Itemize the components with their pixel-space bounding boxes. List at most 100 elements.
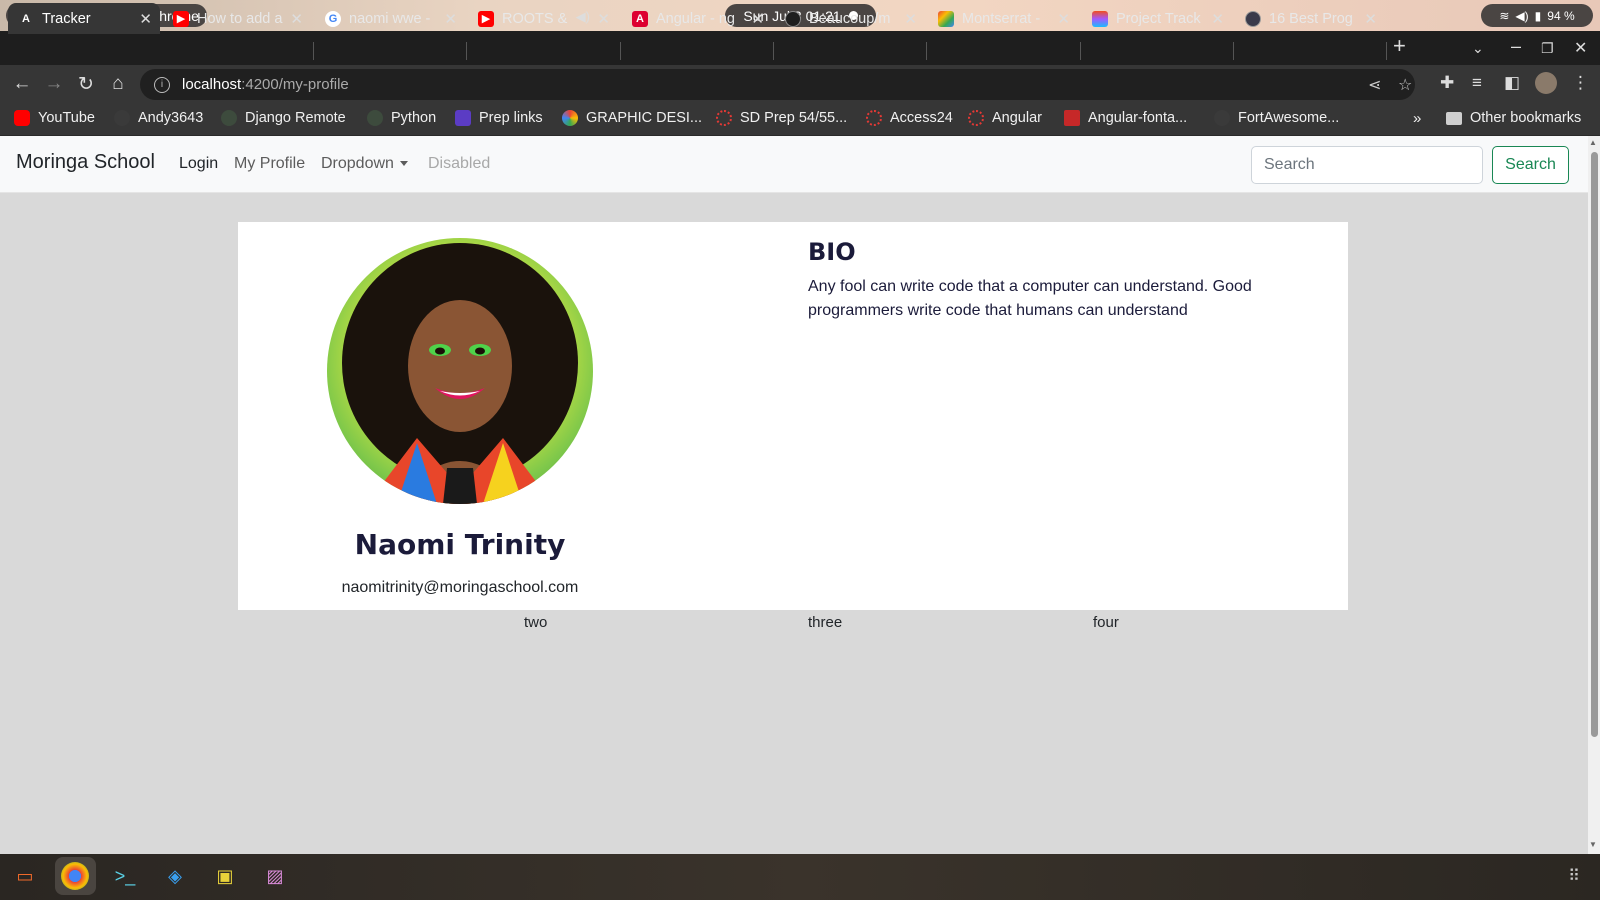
page-scrollbar[interactable]: ▲ ▼ bbox=[1588, 136, 1600, 854]
tab-separator bbox=[466, 42, 467, 60]
bookmark-django-remote[interactable]: Django Remote bbox=[221, 110, 346, 126]
bookmark-fortawesome[interactable]: FortAwesome... bbox=[1214, 110, 1339, 126]
close-icon[interactable]: ✕ bbox=[290, 10, 303, 28]
bookmark-label: GRAPHIC DESI... bbox=[586, 110, 703, 126]
bio-text: Any fool can write code that a computer … bbox=[808, 278, 1252, 319]
search-button[interactable]: Search bbox=[1492, 146, 1569, 184]
screenshot-icon[interactable]: ▣ bbox=[211, 862, 239, 890]
bookmark-angular-fontawesome[interactable]: Angular-fonta... bbox=[1064, 110, 1187, 126]
close-icon[interactable]: ✕ bbox=[444, 10, 457, 28]
tab-16-best-prog[interactable]: 16 Best Prog ✕ bbox=[1235, 3, 1385, 34]
bookmark-access24[interactable]: Access24 bbox=[866, 110, 953, 126]
minimize-icon[interactable]: – bbox=[1511, 36, 1521, 57]
circle-icon bbox=[968, 110, 984, 126]
bookmark-label: FortAwesome... bbox=[1238, 110, 1340, 126]
tab-montserrat[interactable]: Montserrat - ✕ bbox=[928, 3, 1078, 34]
scroll-thumb[interactable] bbox=[1591, 152, 1598, 737]
close-icon[interactable]: ✕ bbox=[1364, 10, 1377, 28]
close-icon[interactable]: ✕ bbox=[904, 10, 917, 28]
tab-separator bbox=[773, 42, 774, 60]
bookmark-youtube[interactable]: YouTube bbox=[14, 110, 95, 126]
tab-angular-ng[interactable]: A Angular - ng ✕ bbox=[622, 3, 772, 34]
close-icon[interactable]: ✕ bbox=[139, 10, 152, 28]
browser-profile-avatar[interactable] bbox=[1535, 72, 1557, 94]
volume-icon: ◀) bbox=[1515, 8, 1529, 23]
nav-my-profile[interactable]: My Profile bbox=[234, 155, 305, 173]
bookmark-other[interactable]: Other bookmarks bbox=[1446, 110, 1581, 126]
restore-icon[interactable]: ❐ bbox=[1541, 40, 1554, 57]
window-close-icon[interactable]: ✕ bbox=[1574, 38, 1587, 58]
django-icon bbox=[221, 110, 237, 126]
tab-how-to-add[interactable]: ▶ How to add a ✕ bbox=[163, 3, 311, 34]
chrome-icon[interactable] bbox=[61, 862, 89, 890]
more-bookmarks-icon[interactable]: » bbox=[1413, 110, 1421, 127]
browser-toolbar: ← → ↻ ⌂ i localhost:4200/my-profile ⋖ ☆ … bbox=[0, 65, 1600, 104]
bookmark-star-icon[interactable]: ☆ bbox=[1398, 75, 1412, 95]
bookmark-label: Django Remote bbox=[245, 110, 346, 126]
home-icon[interactable]: ⌂ bbox=[106, 73, 130, 95]
terminal-icon[interactable]: >_ bbox=[111, 862, 139, 890]
page-viewport: Moringa School Login My Profile Dropdown… bbox=[0, 136, 1588, 854]
audio-playing-icon[interactable]: ◀) bbox=[576, 9, 590, 25]
app-grid-icon[interactable]: ⠿ bbox=[1560, 862, 1588, 890]
close-icon[interactable]: ✕ bbox=[1211, 10, 1224, 28]
site-info-icon[interactable]: i bbox=[154, 76, 170, 93]
tab-separator bbox=[1386, 42, 1387, 60]
nav-login[interactable]: Login bbox=[179, 155, 218, 173]
pinwheel-icon bbox=[562, 110, 578, 126]
tab-separator bbox=[926, 42, 927, 60]
brand-link[interactable]: Moringa School bbox=[16, 151, 155, 174]
youtube-icon bbox=[14, 110, 30, 126]
tab-tracker[interactable]: A Tracker ✕ bbox=[8, 3, 160, 34]
folder-icon bbox=[1446, 111, 1462, 125]
extensions-icon[interactable]: ✚ bbox=[1440, 73, 1454, 93]
bookmark-prep-links[interactable]: Prep links bbox=[455, 110, 543, 126]
reload-icon[interactable]: ↻ bbox=[74, 73, 98, 96]
bookmark-angular[interactable]: Angular bbox=[968, 110, 1042, 126]
tab-separator bbox=[1080, 42, 1081, 60]
column-label-four: four bbox=[1093, 614, 1119, 631]
youtube-icon: ▶ bbox=[478, 10, 494, 27]
tab-roots[interactable]: ▶ ROOTS & ◀) ✕ bbox=[468, 3, 618, 34]
url-path: :4200/my-profile bbox=[241, 76, 349, 93]
bookmark-label: Other bookmarks bbox=[1470, 110, 1582, 126]
scroll-down-icon[interactable]: ▼ bbox=[1589, 840, 1597, 849]
profile-name: Naomi Trinity bbox=[354, 528, 566, 561]
url-host: localhost bbox=[182, 76, 242, 93]
scroll-up-icon[interactable]: ▲ bbox=[1589, 138, 1597, 147]
bookmark-andy3643[interactable]: Andy3643 bbox=[114, 110, 203, 126]
search-input[interactable] bbox=[1251, 146, 1483, 184]
system-status[interactable]: ≋ ◀) ▮ 94 % bbox=[1481, 4, 1593, 27]
tab-project-track[interactable]: Project Track ✕ bbox=[1082, 3, 1232, 34]
trello-icon bbox=[455, 110, 471, 126]
chevron-down-icon[interactable]: ⌄ bbox=[1472, 40, 1484, 57]
profile-photo-illustration bbox=[342, 243, 578, 504]
bookmark-sd-prep[interactable]: SD Prep 54/55... bbox=[716, 110, 847, 126]
image-viewer-icon[interactable]: ▨ bbox=[261, 862, 289, 890]
menu-kebab-icon[interactable]: ⋮ bbox=[1572, 73, 1589, 93]
files-icon[interactable]: ▭ bbox=[11, 862, 39, 890]
bookmark-python[interactable]: Python bbox=[367, 110, 436, 126]
column-label-two: two bbox=[524, 614, 548, 631]
share-icon[interactable]: ⋖ bbox=[1368, 75, 1381, 95]
tab-beaucoup[interactable]: Beaucoup/m ✕ bbox=[775, 3, 925, 34]
tab-naomi-wwe[interactable]: G naomi wwe - ✕ bbox=[315, 3, 465, 34]
new-tab-icon[interactable]: + bbox=[1393, 33, 1406, 59]
bookmarks-bar: YouTube Andy3643 Django Remote Python Pr… bbox=[0, 104, 1600, 136]
back-icon[interactable]: ← bbox=[10, 73, 34, 95]
media-control-icon[interactable]: ≡ bbox=[1472, 73, 1482, 93]
vscode-icon[interactable]: ◈ bbox=[161, 862, 189, 890]
address-bar[interactable]: i localhost:4200/my-profile ⋖ ☆ bbox=[140, 69, 1415, 100]
os-dock: ▭ >_ ◈ ▣ ▨ ⠿ bbox=[0, 854, 1600, 900]
forward-icon[interactable]: → bbox=[42, 73, 66, 95]
tab-separator bbox=[1233, 42, 1234, 60]
angular-icon: A bbox=[18, 10, 34, 27]
nav-dropdown-label: Dropdown bbox=[321, 155, 394, 172]
close-icon[interactable]: ✕ bbox=[751, 10, 764, 28]
close-icon[interactable]: ✕ bbox=[597, 10, 610, 28]
bookmark-graphic-design[interactable]: GRAPHIC DESI... bbox=[562, 110, 702, 126]
angular-icon: A bbox=[632, 10, 648, 27]
side-panel-icon[interactable]: ◧ bbox=[1504, 73, 1520, 93]
close-icon[interactable]: ✕ bbox=[1057, 10, 1070, 28]
nav-dropdown[interactable]: Dropdown bbox=[321, 155, 408, 173]
